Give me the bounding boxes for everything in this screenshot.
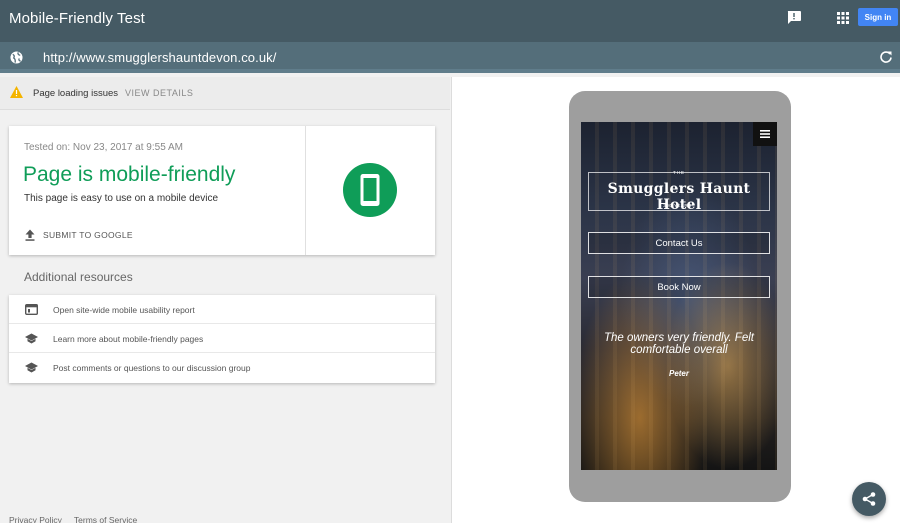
school-icon xyxy=(25,362,38,373)
web-report-icon xyxy=(25,304,38,315)
feedback-icon[interactable] xyxy=(787,11,801,24)
result-card: Tested on: Nov 23, 2017 at 9:55 AM Page … xyxy=(9,126,435,255)
url-bar: http://www.smugglershauntdevon.co.uk/ xyxy=(0,42,900,73)
sign-in-button[interactable]: Sign in xyxy=(858,8,898,26)
mobile-friendly-badge xyxy=(343,163,397,217)
share-icon xyxy=(862,492,876,506)
list-item[interactable]: Learn more about mobile-friendly pages xyxy=(9,324,435,353)
mobile-preview-pane: THE Smugglers Haunt Hotel 300 YEARS+ Con… xyxy=(451,77,900,523)
book-now-button: Book Now xyxy=(588,276,770,298)
hamburger-menu-icon xyxy=(753,122,777,146)
logo-years: 300 YEARS+ xyxy=(663,203,695,208)
logo-the: THE xyxy=(673,170,685,175)
result-description: This page is easy to use on a mobile dev… xyxy=(24,193,218,204)
app-header: Mobile-Friendly Test Sign in xyxy=(0,0,900,42)
list-item-label: Learn more about mobile-friendly pages xyxy=(53,334,204,344)
warning-icon xyxy=(10,86,23,98)
warning-text: Page loading issues xyxy=(33,88,119,99)
testimonial-quote: The owners very friendly. Felt comfortab… xyxy=(604,332,754,356)
list-item-label: Post comments or questions to our discus… xyxy=(53,363,251,373)
smartphone-icon xyxy=(360,174,380,206)
additional-resources-heading: Additional resources xyxy=(24,270,133,284)
resources-list: Open site-wide mobile usability report L… xyxy=(9,295,435,383)
upload-icon xyxy=(25,229,35,241)
globe-icon xyxy=(10,51,23,64)
logo-name: Smugglers Haunt Hotel xyxy=(607,181,751,213)
view-details-link[interactable]: VIEW DETAILS xyxy=(125,88,193,98)
privacy-policy-link[interactable]: Privacy Policy xyxy=(9,515,62,523)
testimonial-author: Peter xyxy=(668,369,689,378)
result-title: Page is mobile-friendly xyxy=(23,163,236,186)
phone-frame: THE Smugglers Haunt Hotel 300 YEARS+ Con… xyxy=(569,91,791,502)
card-divider xyxy=(305,126,306,255)
tested-on-timestamp: Tested on: Nov 23, 2017 at 9:55 AM xyxy=(24,142,183,153)
rendered-page-screenshot: THE Smugglers Haunt Hotel 300 YEARS+ Con… xyxy=(581,122,777,470)
submit-label: SUBMIT TO GOOGLE xyxy=(43,230,133,240)
hotel-logo: THE Smugglers Haunt Hotel 300 YEARS+ xyxy=(588,170,770,213)
reload-icon[interactable] xyxy=(880,51,892,63)
terms-of-service-link[interactable]: Terms of Service xyxy=(74,515,137,523)
list-item-label: Open site-wide mobile usability report xyxy=(53,305,195,315)
app-title: Mobile-Friendly Test xyxy=(9,10,145,27)
list-item[interactable]: Open site-wide mobile usability report xyxy=(9,295,435,324)
school-icon xyxy=(25,333,38,344)
share-button[interactable] xyxy=(852,482,886,516)
list-item[interactable]: Post comments or questions to our discus… xyxy=(9,353,435,382)
apps-grid-icon[interactable] xyxy=(837,12,849,24)
page-loading-warning: Page loading issues VIEW DETAILS xyxy=(0,77,450,110)
url-input[interactable]: http://www.smugglershauntdevon.co.uk/ xyxy=(43,50,277,65)
submit-to-google-button[interactable]: SUBMIT TO GOOGLE xyxy=(24,229,133,241)
contact-us-button: Contact Us xyxy=(588,232,770,254)
footer-links: Privacy Policy Terms of Service xyxy=(9,515,137,523)
